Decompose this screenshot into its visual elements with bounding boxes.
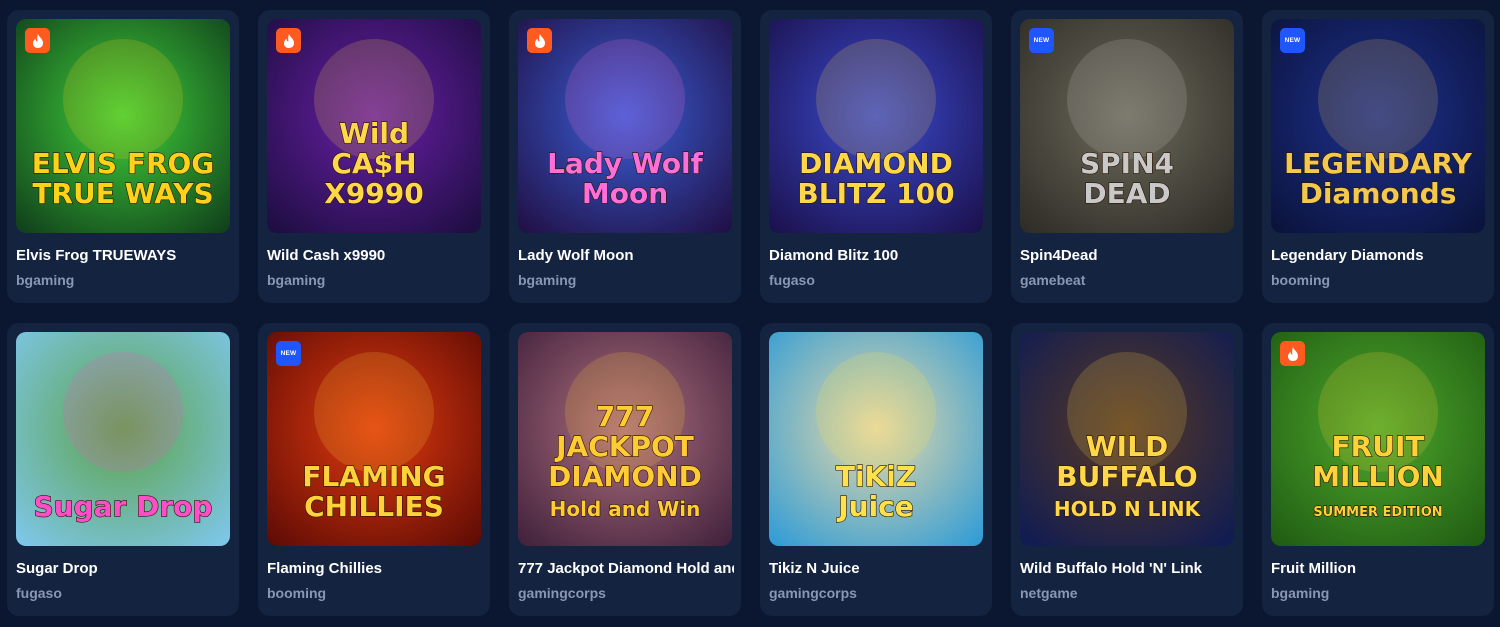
artwork-logo-text: WILD: [1086, 430, 1168, 463]
artwork-logo-text: CA$H: [331, 147, 416, 180]
game-card[interactable]: Lady Wolf Moon Lady Wolf Moon bgaming: [509, 10, 741, 303]
artwork-glow: [1067, 39, 1187, 159]
new-badge-label: NEW: [280, 350, 297, 357]
game-title[interactable]: Spin4Dead: [1020, 247, 1236, 264]
game-card[interactable]: ELVIS FROG TRUE WAYS Elvis Frog TRUEWAYS bg…: [7, 10, 239, 303]
game-title[interactable]: Legendary Diamonds: [1271, 247, 1487, 264]
game-card[interactable]: WILD BUFFALO HOLD N LINK Wild Buffalo Hold …: [1011, 323, 1243, 616]
new-badge: NEW: [276, 341, 301, 366]
game-provider: fugaso: [769, 272, 815, 288]
game-provider: bgaming: [1271, 585, 1330, 601]
artwork-logo-text: 777: [596, 400, 654, 433]
artwork-glow: [63, 39, 183, 159]
new-badge: NEW: [1029, 28, 1054, 53]
game-thumbnail[interactable]: DIAMOND BLITZ 100: [769, 19, 983, 233]
artwork-glow: [816, 39, 936, 159]
artwork-logo-text: BUFFALO: [1056, 460, 1197, 493]
game-provider: booming: [267, 585, 327, 601]
game-card[interactable]: Wild CA$H X9990 Wild Cash x9990 bgaming: [258, 10, 490, 303]
artwork-glow: [63, 352, 183, 472]
artwork-logo-text: Wild: [339, 117, 409, 150]
artwork-logo-text: MILLION: [1312, 460, 1444, 493]
game-provider: netgame: [1020, 585, 1078, 601]
game-card[interactable]: TiKiZ Juice Tikiz N Juice gamingcorps: [760, 323, 992, 616]
artwork-logo-text: Juice: [836, 490, 914, 523]
game-title[interactable]: 777 Jackpot Diamond Hold and Win: [518, 560, 734, 577]
game-grid: ELVIS FROG TRUE WAYS Elvis Frog TRUEWAYS bg…: [7, 10, 1494, 616]
game-title[interactable]: Wild Buffalo Hold 'N' Link: [1020, 560, 1236, 577]
game-title[interactable]: Flaming Chillies: [267, 560, 483, 577]
game-provider: bgaming: [267, 272, 326, 288]
game-card[interactable]: LEGENDARY Diamonds NEW Legendary Diamonds bo…: [1262, 10, 1494, 303]
game-title[interactable]: Tikiz N Juice: [769, 560, 985, 577]
artwork-logo-text: DIAMOND: [799, 147, 953, 180]
artwork-logo-text: SPIN4: [1080, 147, 1174, 180]
fire-icon: [25, 28, 50, 53]
artwork-logo-text: FLAMING: [302, 460, 445, 493]
artwork-logo-text: LEGENDARY: [1284, 147, 1472, 180]
game-provider: gamingcorps: [518, 585, 606, 601]
fire-icon: [276, 28, 301, 53]
artwork-glow: [314, 352, 434, 472]
artwork-logo-text: BLITZ 100: [797, 177, 954, 210]
game-provider: gamebeat: [1020, 272, 1086, 288]
fire-icon: [1280, 341, 1305, 366]
game-thumbnail[interactable]: Sugar Drop: [16, 332, 230, 546]
game-thumbnail[interactable]: TiKiZ Juice: [769, 332, 983, 546]
game-title[interactable]: Lady Wolf Moon: [518, 247, 734, 264]
artwork-logo-text: Lady Wolf: [547, 147, 704, 180]
game-provider: gamingcorps: [769, 585, 857, 601]
artwork-glow: [816, 352, 936, 472]
game-provider: bgaming: [518, 272, 577, 288]
game-card[interactable]: FLAMING CHILLIES NEW Flaming Chillies boomin…: [258, 323, 490, 616]
artwork-glow: [1318, 39, 1438, 159]
game-title[interactable]: Elvis Frog TRUEWAYS: [16, 247, 232, 264]
artwork-glow: [565, 39, 685, 159]
game-card[interactable]: SPIN4 DEAD NEW Spin4Dead gamebeat: [1011, 10, 1243, 303]
game-card[interactable]: DIAMOND BLITZ 100 Diamond Blitz 100 fugaso: [760, 10, 992, 303]
artwork-logo-text: CHILLIES: [304, 490, 444, 523]
game-title[interactable]: Sugar Drop: [16, 560, 232, 577]
game-provider: bgaming: [16, 272, 75, 288]
game-thumbnail[interactable]: 777 JACKPOT DIAMOND Hold and Win: [518, 332, 732, 546]
artwork-logo-text: HOLD N LINK: [1054, 497, 1202, 521]
new-badge-label: NEW: [1033, 37, 1050, 44]
game-provider: fugaso: [16, 585, 62, 601]
artwork-logo-text: DIAMOND: [548, 460, 702, 493]
artwork-logo-text: Sugar Drop: [34, 490, 213, 523]
game-title[interactable]: Diamond Blitz 100: [769, 247, 985, 264]
artwork-logo-text: ELVIS FROG: [32, 147, 215, 180]
game-card[interactable]: FRUIT MILLION SUMMER EDITION Fruit Million b…: [1262, 323, 1494, 616]
artwork-logo-text: Hold and Win: [550, 497, 701, 521]
fire-icon: [527, 28, 552, 53]
game-title[interactable]: Fruit Million: [1271, 560, 1487, 577]
game-card[interactable]: 777 JACKPOT DIAMOND Hold and Win 777 Jackpot…: [509, 323, 741, 616]
new-badge: NEW: [1280, 28, 1305, 53]
game-thumbnail[interactable]: WILD BUFFALO HOLD N LINK: [1020, 332, 1234, 546]
game-provider: booming: [1271, 272, 1331, 288]
artwork-logo-text: SUMMER EDITION: [1313, 505, 1442, 520]
game-title[interactable]: Wild Cash x9990: [267, 247, 483, 264]
artwork-logo-text: TRUE WAYS: [32, 177, 213, 210]
artwork-logo-text: FRUIT: [1332, 430, 1425, 463]
artwork-logo-text: X9990: [324, 177, 424, 210]
new-badge-label: NEW: [1284, 37, 1301, 44]
artwork-logo-text: Moon: [582, 177, 668, 210]
artwork-logo-text: Diamonds: [1300, 177, 1457, 210]
artwork-logo-text: DEAD: [1083, 177, 1170, 210]
game-card[interactable]: Sugar Drop Sugar Drop fugaso: [7, 323, 239, 616]
artwork-logo-text: JACKPOT: [554, 430, 694, 463]
artwork-logo-text: TiKiZ: [836, 460, 916, 493]
